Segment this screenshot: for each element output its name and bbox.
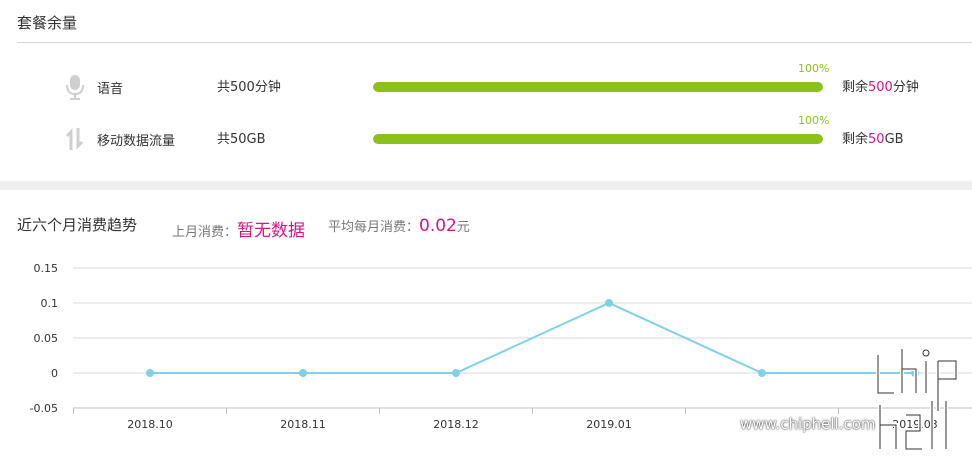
quota-progress-bar — [373, 134, 823, 144]
data-point — [299, 369, 307, 377]
last-month-spending: 上月消费：暂无数据 — [172, 216, 305, 241]
chiphell-logo — [876, 349, 958, 451]
section-title: 套餐余量 — [17, 14, 78, 32]
remaining-value: 500 — [868, 80, 893, 95]
x-tick-label: 2018.12 — [433, 418, 479, 431]
average-value: 0.02 — [419, 216, 457, 236]
data-transfer-icon — [64, 126, 86, 152]
data-point — [758, 369, 766, 377]
quota-percent: 100% — [798, 114, 830, 127]
remaining-prefix: 剩余 — [842, 132, 869, 147]
quota-total: 共50GB — [217, 132, 266, 147]
y-tick-label: 0.05 — [34, 332, 59, 345]
data-point — [452, 369, 460, 377]
remaining-unit: GB — [884, 132, 904, 147]
average-unit: 元 — [456, 220, 470, 235]
x-tick-label: 2018.10 — [127, 418, 173, 431]
x-tick-label: 2018.11 — [280, 418, 326, 431]
microphone-icon — [64, 74, 86, 100]
quota-percent: 100% — [798, 62, 830, 75]
y-tick-label: 0.15 — [34, 262, 59, 275]
section-separator — [0, 181, 972, 190]
quota-name: 移动数据流量 — [97, 134, 176, 149]
quota-remaining: 剩余50GB — [842, 128, 904, 147]
average-label: 平均每月消费： — [328, 220, 420, 235]
package-card: 套餐余量 语音 共500分钟 100% 剩余500分钟 移动数据流量 共50GB… — [0, 0, 972, 181]
divider — [17, 42, 972, 43]
quota-progress-fill — [373, 82, 823, 92]
quota-row-voice: 语音 共500分钟 100% 剩余500分钟 — [0, 62, 972, 108]
quota-progress-bar — [373, 82, 823, 92]
y-tick-label: 0.1 — [41, 297, 59, 310]
remaining-unit: 分钟 — [892, 80, 919, 95]
remaining-value: 50 — [868, 132, 885, 147]
last-month-label: 上月消费： — [172, 225, 238, 240]
average-spending: 平均每月消费：0.02元 — [328, 216, 470, 236]
x-tick-label: 2019.01 — [586, 418, 632, 431]
remaining-prefix: 剩余 — [842, 80, 869, 95]
quota-row-data: 移动数据流量 共50GB 100% 剩余50GB — [0, 114, 972, 160]
data-point — [605, 299, 613, 307]
quota-total: 共500分钟 — [217, 80, 281, 95]
y-tick-label: -0.05 — [30, 402, 58, 415]
watermark-text: www.chiphell.com — [740, 415, 876, 433]
data-point — [146, 369, 154, 377]
trend-title: 近六个月消费趋势 — [17, 216, 138, 234]
last-month-value: 暂无数据 — [237, 221, 306, 241]
quota-name: 语音 — [97, 82, 124, 97]
quota-remaining: 剩余500分钟 — [842, 76, 919, 95]
quota-progress-fill — [373, 134, 823, 144]
y-tick-label: 0 — [51, 367, 58, 380]
